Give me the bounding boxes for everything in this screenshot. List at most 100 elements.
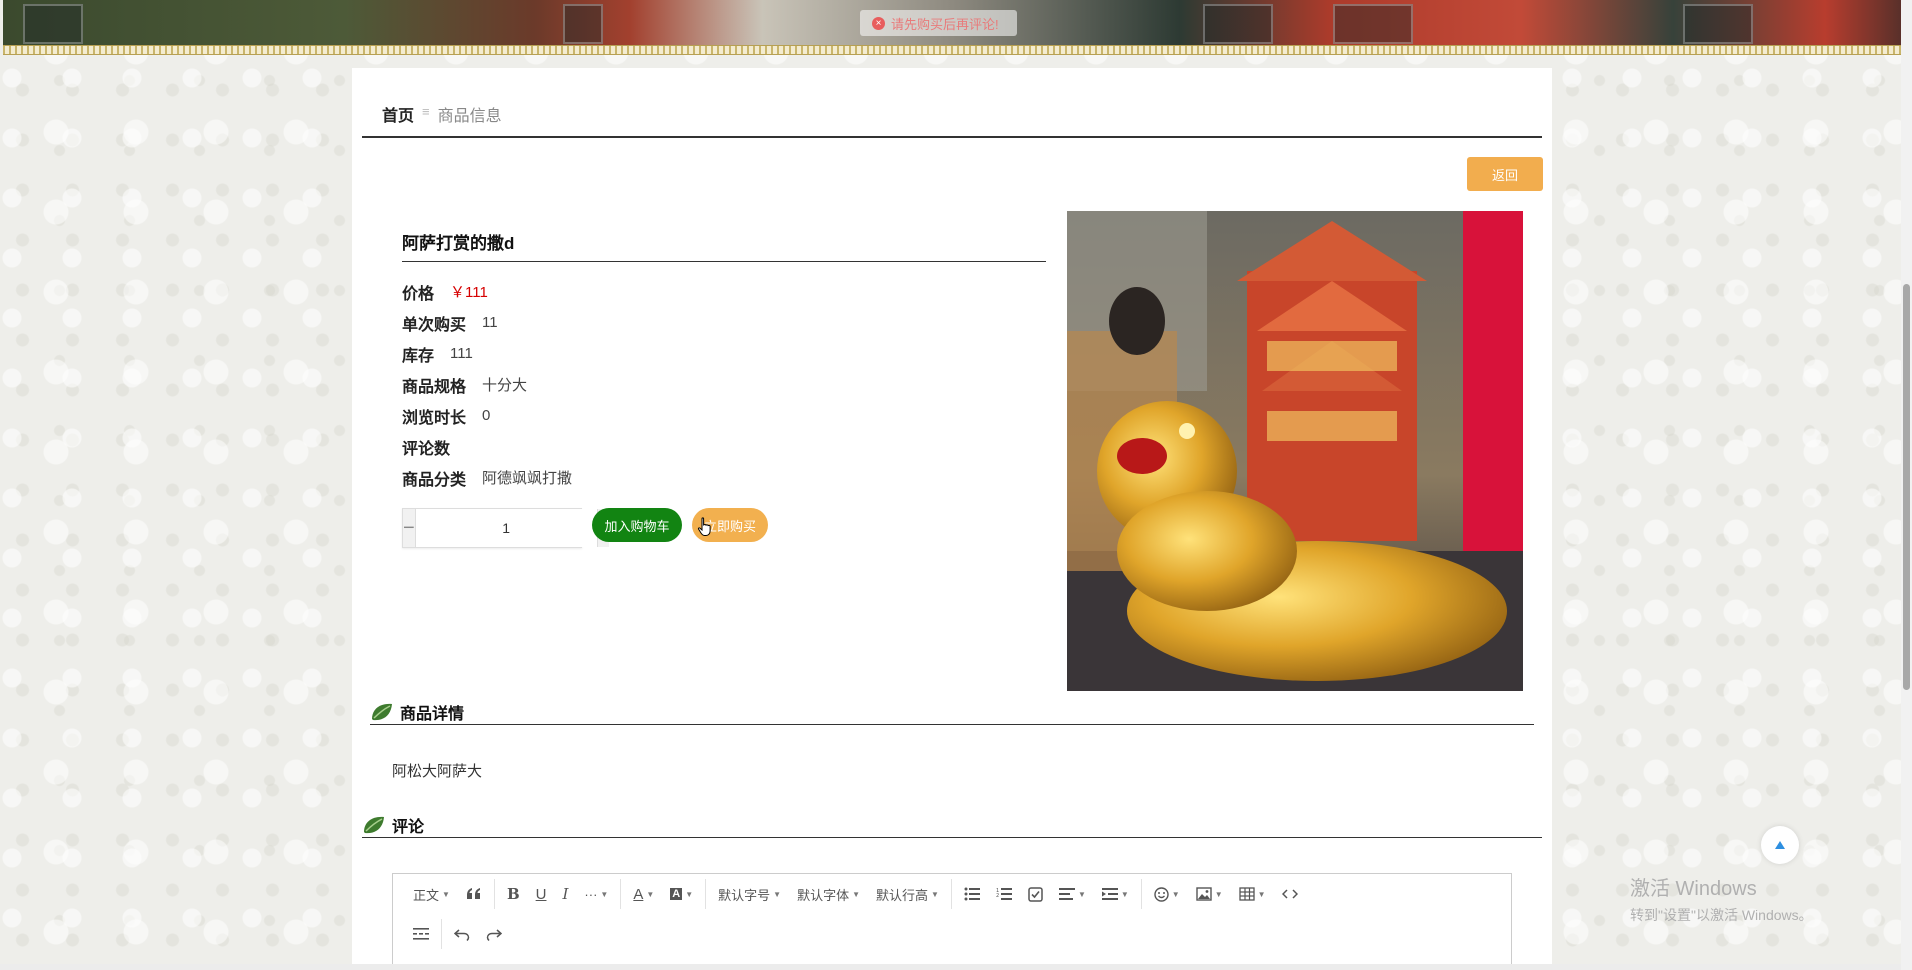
caret-icon: ▼ (685, 889, 694, 899)
leaf-icon (364, 816, 384, 833)
emoji-icon[interactable]: ▼ (1146, 880, 1188, 908)
comment-editor: 正文 ▼ B U I ··· ▼ A ▼ A ▼ 默认字号 ▼ 默认字体 ▼ 默认行高 ▼ 1… (392, 873, 1512, 970)
font-color-icon[interactable]: A ▼ (625, 880, 662, 908)
section-detail-header: 商品详情 (370, 699, 1534, 725)
align-icon[interactable]: ▼ (1051, 880, 1094, 908)
breadcrumb-home[interactable]: 首页 (382, 102, 414, 126)
caret-icon: ▼ (773, 889, 782, 899)
editor-toolbar-row-2 (393, 914, 1511, 954)
error-icon: × (872, 16, 885, 30)
caret-icon: ▼ (646, 889, 655, 899)
info-row-category: 商品分类 阿德飒飒打撒 (402, 462, 1022, 493)
italic-icon[interactable]: I (554, 880, 576, 908)
bold-icon[interactable]: B (499, 880, 528, 908)
scrollbar-thumb[interactable] (1903, 284, 1910, 690)
indent-icon[interactable]: ▼ (1094, 880, 1137, 908)
toolbar-divider (620, 879, 622, 909)
info-value: 阿德飒飒打撒 (482, 470, 573, 487)
info-row-spec: 商品规格 十分大 (402, 369, 1022, 400)
caret-icon: ▼ (852, 889, 861, 899)
product-title: 阿萨打赏的撒d (402, 229, 1046, 262)
product-detail-text: 阿松大阿萨大 (392, 763, 483, 780)
info-label: 浏览时长 (402, 409, 467, 427)
info-label: 评论数 (402, 440, 451, 458)
product-image (1067, 211, 1523, 691)
hand-cursor-icon (697, 517, 711, 536)
code-icon[interactable] (1274, 880, 1306, 908)
info-label: 价格 (402, 285, 435, 303)
info-label: 商品规格 (402, 378, 467, 396)
redo-icon[interactable] (478, 920, 510, 948)
leaf-icon (372, 703, 392, 720)
caret-icon: ▼ (442, 889, 450, 899)
caret-icon: ▼ (1214, 889, 1223, 899)
section-detail-title: 商品详情 (400, 705, 465, 723)
toolbar-divider (1140, 879, 1142, 909)
banner-window-decor (23, 4, 83, 44)
banner-window-decor (563, 4, 603, 44)
line-height-select[interactable]: 默认行高 ▼ (868, 880, 947, 908)
windows-activation-watermark: 激活 Windows 转到"设置"以激活 Windows。 (1630, 872, 1813, 925)
caret-icon: ▼ (1171, 889, 1180, 899)
more-icon[interactable]: ··· ▼ (576, 880, 616, 908)
toolbar-divider (705, 879, 707, 909)
page-scrollbar[interactable] (1901, 0, 1912, 970)
caret-icon: ▼ (600, 889, 609, 899)
add-to-cart-button[interactable]: 加入购物车 (592, 508, 682, 542)
paragraph-select[interactable]: 正文 ▼ (405, 880, 458, 908)
bottom-strip (0, 964, 1901, 970)
dragon-boat-image (1067, 211, 1523, 691)
editor-toolbar: 正文 ▼ B U I ··· ▼ A ▼ A ▼ 默认字号 ▼ 默认字体 ▼ 默认行高 ▼ 1… (393, 874, 1511, 914)
banner-window-decor (1203, 4, 1273, 44)
main-panel: 首页 ≡ 商品信息 返回 阿萨打赏的撒d 价格 ￥111 单次购买 11 库存 … (352, 68, 1552, 970)
info-value: 11 (482, 314, 498, 331)
todo-icon[interactable] (1020, 880, 1051, 908)
arrow-up-icon (1775, 841, 1785, 849)
toolbar-divider (441, 919, 442, 949)
decrement-button[interactable]: − (403, 509, 415, 547)
info-row-browse-time: 浏览时长 0 (402, 400, 1022, 431)
divider-icon[interactable] (405, 920, 437, 948)
caret-icon: ▼ (1257, 889, 1266, 899)
watermark-line-2: 转到"设置"以激活 Windows。 (1630, 907, 1813, 923)
price-value: ￥111 (450, 284, 488, 301)
banner-window-decor (1683, 4, 1753, 44)
info-value: 十分大 (482, 377, 528, 394)
info-row-price: 价格 ￥111 (402, 276, 1022, 307)
info-row-single-purchase: 单次购买 11 (402, 307, 1022, 338)
line-height-label: 默认行高 (876, 887, 929, 903)
font-family-select[interactable]: 默认字体 ▼ (789, 880, 868, 908)
product-info-list: 价格 ￥111 单次购买 11 库存 111 商品规格 十分大 浏览时长 0 评… (402, 276, 1022, 493)
caret-icon: ▼ (931, 889, 939, 899)
font-size-select[interactable]: 默认字号 ▼ (710, 880, 789, 908)
quote-icon[interactable] (458, 880, 490, 908)
toolbar-divider (493, 879, 495, 909)
quantity-input[interactable] (414, 509, 598, 547)
bulleted-list-icon[interactable] (956, 880, 988, 908)
info-row-comment-count: 评论数 (402, 431, 1022, 462)
numbered-list-icon[interactable]: 12 (988, 880, 1020, 908)
image-icon[interactable]: ▼ (1188, 880, 1231, 908)
section-comments-title: 评论 (392, 818, 425, 836)
breadcrumb: 首页 ≡ 商品信息 (362, 102, 1542, 138)
bg-color-icon[interactable]: A ▼ (662, 880, 701, 908)
quantity-stepper: − + (402, 508, 610, 548)
info-label: 单次购买 (402, 316, 467, 334)
breadcrumb-separator: ≡ (422, 104, 430, 119)
paragraph-label: 正文 (413, 887, 440, 903)
underline-icon[interactable]: U (528, 880, 555, 908)
font-family-label: 默认字体 (797, 887, 850, 903)
breadcrumb-current: 商品信息 (437, 108, 502, 125)
info-row-stock: 库存 111 (402, 338, 1022, 369)
toolbar-divider (950, 879, 952, 909)
font-size-label: 默认字号 (718, 887, 771, 903)
caret-icon: ▼ (1077, 889, 1086, 899)
table-icon[interactable]: ▼ (1231, 880, 1274, 908)
banner-window-decor (1333, 4, 1413, 44)
scroll-to-top-button[interactable] (1761, 826, 1799, 864)
svg-text:2: 2 (996, 893, 999, 899)
undo-icon[interactable] (446, 920, 478, 948)
back-button[interactable]: 返回 (1467, 157, 1543, 191)
greek-key-border (3, 45, 1901, 55)
toast-text: 请先购买后再评论! (891, 16, 999, 32)
